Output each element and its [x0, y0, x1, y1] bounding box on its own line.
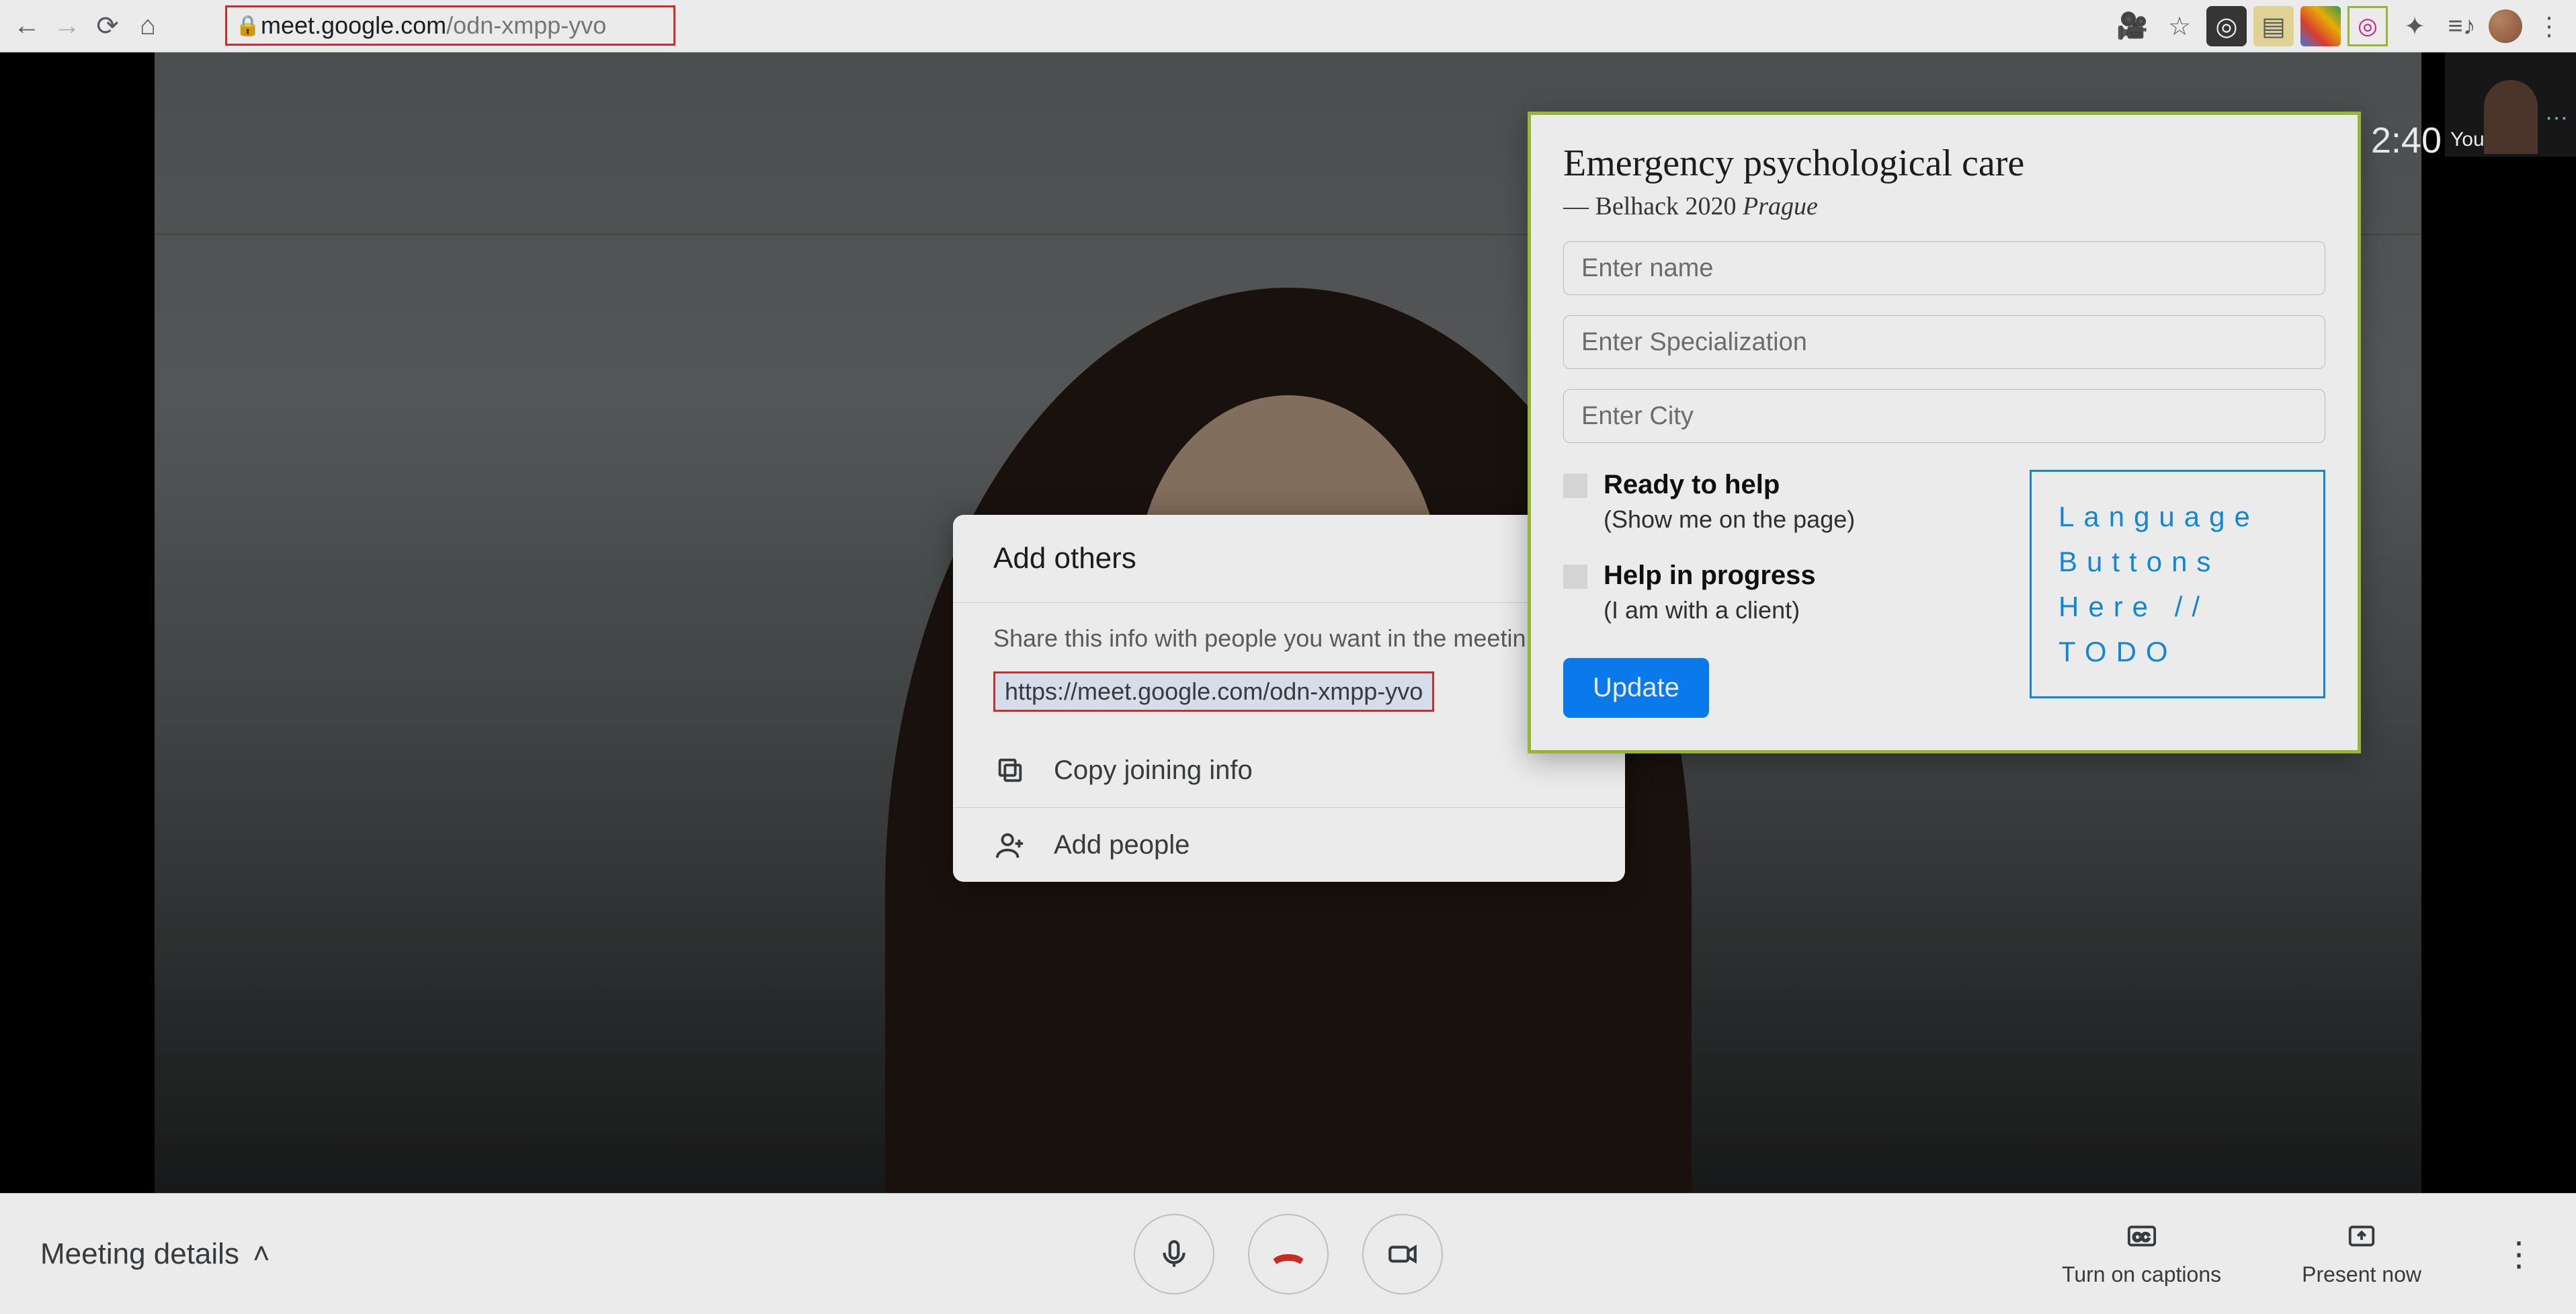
captions-icon: CC: [2126, 1221, 2157, 1258]
mute-mic-button[interactable]: [1134, 1214, 1214, 1295]
call-controls: [1134, 1214, 1443, 1295]
present-now-button[interactable]: Present now: [2302, 1221, 2421, 1287]
checkbox-icon: [1563, 565, 1587, 589]
meeting-details-button[interactable]: Meeting details ˄: [40, 1237, 270, 1271]
self-view-label: You: [2450, 128, 2485, 151]
nav-forward-button[interactable]: →: [47, 6, 87, 46]
add-people-label: Add people: [1054, 830, 1190, 860]
extension-1-icon[interactable]: ◎: [2206, 6, 2247, 46]
lang-line-3: Here // TODO: [2059, 584, 2296, 674]
ext-title: Emergency psychological care: [1563, 142, 2325, 185]
meeting-url-text[interactable]: https://meet.google.com/odn-xmpp-yvo: [993, 671, 1434, 712]
name-input[interactable]: [1563, 241, 2325, 295]
extension-3-icon[interactable]: [2300, 6, 2341, 46]
bookmark-star-icon[interactable]: ☆: [2159, 6, 2200, 46]
add-people-button[interactable]: Add people: [953, 808, 1625, 882]
update-button[interactable]: Update: [1563, 658, 1709, 718]
hangup-button[interactable]: [1248, 1214, 1329, 1295]
copy-label: Copy joining info: [1054, 755, 1253, 786]
language-buttons-placeholder: Language Buttons Here // TODO: [2030, 470, 2325, 698]
nav-reload-button[interactable]: ⟳: [87, 6, 128, 46]
ext-subtitle-em: Prague: [1743, 192, 1818, 220]
copy-joining-info-button[interactable]: Copy joining info: [953, 733, 1625, 807]
url-path: /odn-xmpp-yvo: [446, 11, 606, 40]
share-instruction-text: Share this info with people you want in …: [993, 624, 1585, 653]
copy-icon: [993, 753, 1027, 787]
present-icon: [2346, 1221, 2377, 1258]
chevron-up-icon: ˄: [253, 1237, 270, 1271]
chrome-menu-icon[interactable]: ⋮: [2529, 6, 2569, 46]
ext-subtitle: — Belhack 2020 Prague: [1563, 192, 2325, 221]
ext-subtitle-prefix: — Belhack 2020: [1563, 192, 1743, 220]
specialization-input[interactable]: [1563, 315, 2325, 369]
nav-back-button[interactable]: ←: [7, 6, 47, 46]
clock: 2:40: [2371, 120, 2442, 161]
extension-2-icon[interactable]: ▤: [2253, 6, 2294, 46]
meet-bottom-bar: Meeting details ˄ CC Turn on captions Pr…: [0, 1193, 2576, 1314]
playlist-icon[interactable]: ≡♪: [2442, 6, 2482, 46]
ready-to-help-sublabel: (Show me on the page): [1604, 505, 1855, 534]
help-in-progress-sublabel: (I am with a client): [1604, 596, 1816, 624]
address-bar[interactable]: 🔒 meet.google.com/odn-xmpp-yvo: [225, 5, 675, 46]
help-in-progress-checkbox[interactable]: Help in progress (I am with a client): [1563, 561, 2003, 624]
lang-line-2: Buttons: [2059, 539, 2296, 584]
lock-icon: 🔒: [235, 14, 260, 38]
camera-icon[interactable]: 🎥: [2112, 6, 2153, 46]
svg-text:CC: CC: [2132, 1231, 2149, 1244]
present-label: Present now: [2302, 1262, 2421, 1287]
more-options-button[interactable]: ⋮: [2502, 1235, 2536, 1274]
self-view-silhouette: [2484, 80, 2538, 154]
active-extension-icon[interactable]: ◎: [2348, 6, 2388, 46]
lang-line-1: Language: [2059, 494, 2296, 539]
add-others-dialog: Add others Share this info with people y…: [953, 515, 1625, 882]
city-input[interactable]: [1563, 389, 2325, 443]
add-person-icon: [993, 828, 1027, 862]
nav-home-button[interactable]: ⌂: [128, 6, 168, 46]
ready-to-help-checkbox[interactable]: Ready to help (Show me on the page): [1563, 470, 2003, 534]
browser-chrome-bar: ← → ⟳ ⌂ 🔒 meet.google.com/odn-xmpp-yvo 🎥…: [0, 0, 2576, 52]
turn-on-captions-button[interactable]: CC Turn on captions: [2062, 1221, 2221, 1287]
self-view-tile[interactable]: You ⋯: [2445, 52, 2576, 157]
ready-to-help-label: Ready to help: [1604, 470, 1855, 500]
meet-stage: 2:40 Add others Share this info with peo…: [0, 52, 2576, 1193]
extensions-puzzle-icon[interactable]: ✦: [2395, 6, 2435, 46]
right-actions: CC Turn on captions Present now ⋮: [2062, 1221, 2536, 1287]
extension-popup: Emergency psychological care — Belhack 2…: [1528, 112, 2361, 753]
camera-toggle-button[interactable]: [1362, 1214, 1443, 1295]
extensions-tray: 🎥 ☆ ◎ ▤ ◎ ✦ ≡♪ ⋮: [2112, 6, 2569, 46]
captions-label: Turn on captions: [2062, 1262, 2221, 1287]
add-others-title: Add others: [993, 542, 1585, 575]
help-in-progress-label: Help in progress: [1604, 561, 1816, 591]
self-view-menu-icon[interactable]: ⋯: [2545, 105, 2571, 132]
profile-avatar[interactable]: [2489, 9, 2522, 43]
checkbox-icon: [1563, 474, 1587, 498]
meeting-details-label: Meeting details: [40, 1237, 239, 1271]
url-host: meet.google.com: [261, 11, 446, 40]
